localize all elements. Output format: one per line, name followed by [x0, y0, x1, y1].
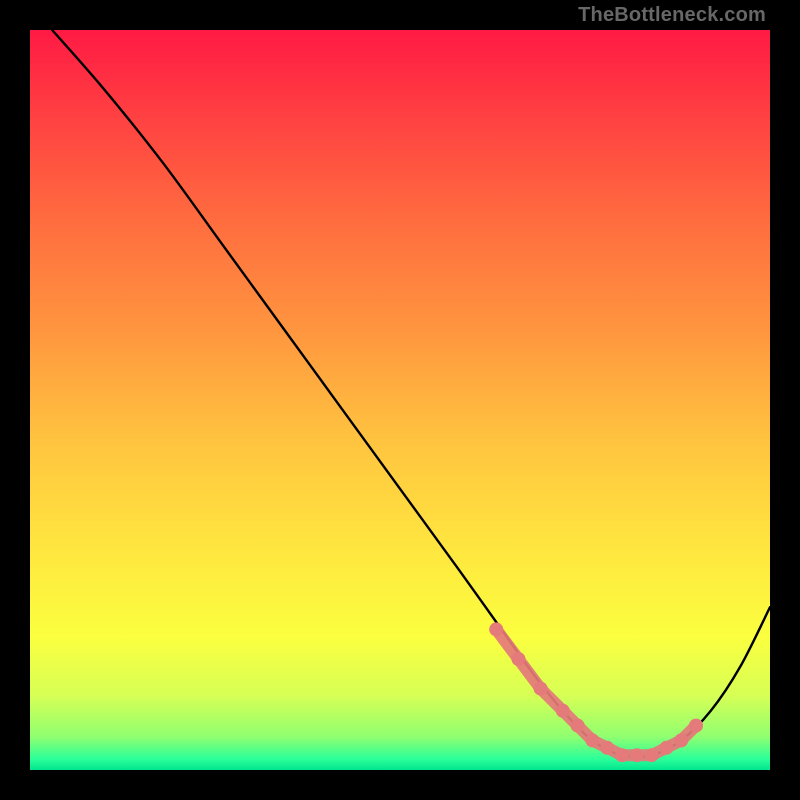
- optimal-range-dot: [674, 733, 688, 747]
- optimal-range-dot: [689, 719, 703, 733]
- optimal-range-dot: [585, 733, 599, 747]
- optimal-range-dot: [511, 652, 525, 666]
- optimal-range-dot: [489, 622, 503, 636]
- watermark-text: TheBottleneck.com: [578, 4, 766, 27]
- optimal-range-dot: [571, 719, 585, 733]
- optimal-range-dot: [659, 741, 673, 755]
- optimal-range-dot: [630, 748, 644, 762]
- chart-frame: [30, 30, 770, 770]
- optimal-range-dot: [615, 748, 629, 762]
- optimal-range-dot: [645, 748, 659, 762]
- gradient-background: [30, 30, 770, 770]
- optimal-range-dot: [534, 682, 548, 696]
- optimal-range-dot: [556, 704, 570, 718]
- bottleneck-chart: [30, 30, 770, 770]
- optimal-range-dot: [600, 741, 614, 755]
